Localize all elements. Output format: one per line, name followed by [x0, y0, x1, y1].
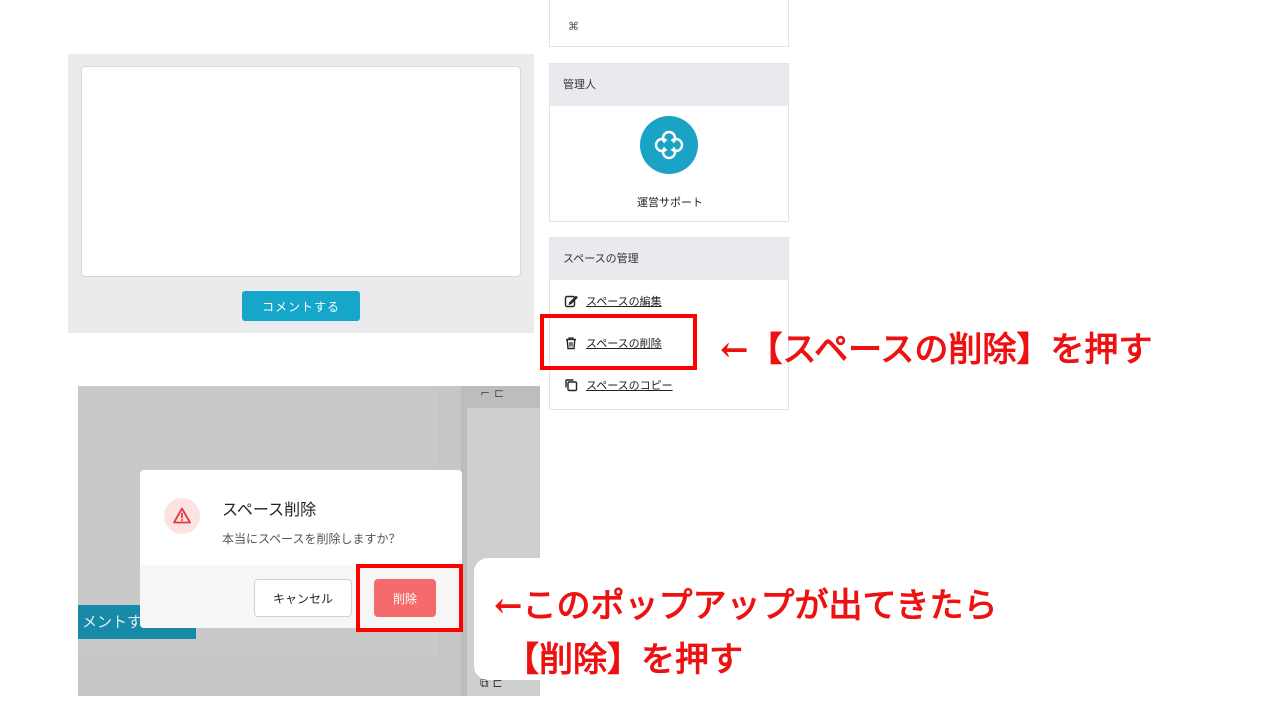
copy-icon — [565, 379, 578, 392]
warning-icon — [164, 498, 200, 534]
admin-card: 管理人 運営サポート — [549, 63, 789, 222]
edit-space-label: スペースの編集 — [586, 295, 662, 308]
comment-textarea[interactable] — [81, 66, 521, 277]
dialog-title: スペース削除 — [222, 500, 317, 519]
admin-avatar[interactable] — [640, 116, 698, 174]
sidebar-card-top: ⌘ — [549, 0, 789, 47]
comment-submit-button[interactable]: コメントする — [242, 291, 360, 321]
highlight-delete-link — [540, 314, 697, 370]
clover-logo-icon — [654, 130, 684, 160]
copy-space-label: スペースのコピー — [586, 379, 673, 392]
admin-name[interactable]: 運営サポート — [550, 194, 790, 210]
instruction-step2-line2: 【削除】を押す — [505, 640, 743, 680]
dimmed-link-icon: ⌐ ⊏ — [480, 386, 504, 400]
delete-dialog-screenshot: メントす ⌐ ⊏ ⧉ ⊏ スペース削除 本当にスペースを削除しますか？ キャンセ… — [78, 386, 540, 696]
admin-card-heading: 管理人 — [550, 64, 788, 106]
instruction-step1: ←【スペースの削除】を押す — [720, 330, 1153, 370]
dialog-message: 本当にスペースを削除しますか？ — [222, 532, 401, 546]
copy-space-link[interactable]: スペースのコピー — [564, 377, 673, 393]
comment-panel: コメントする — [68, 0, 534, 333]
content-top-strip — [68, 0, 534, 54]
highlight-delete-button — [356, 564, 463, 632]
cancel-button[interactable]: キャンセル — [254, 579, 352, 617]
link-icon: ⌘ — [568, 20, 579, 33]
edit-space-link[interactable]: スペースの編集 — [564, 293, 662, 309]
edit-icon — [564, 295, 578, 308]
space-management-heading: スペースの管理 — [550, 238, 788, 280]
instruction-step2-line1: ←このポップアップが出てきたら — [494, 586, 998, 626]
